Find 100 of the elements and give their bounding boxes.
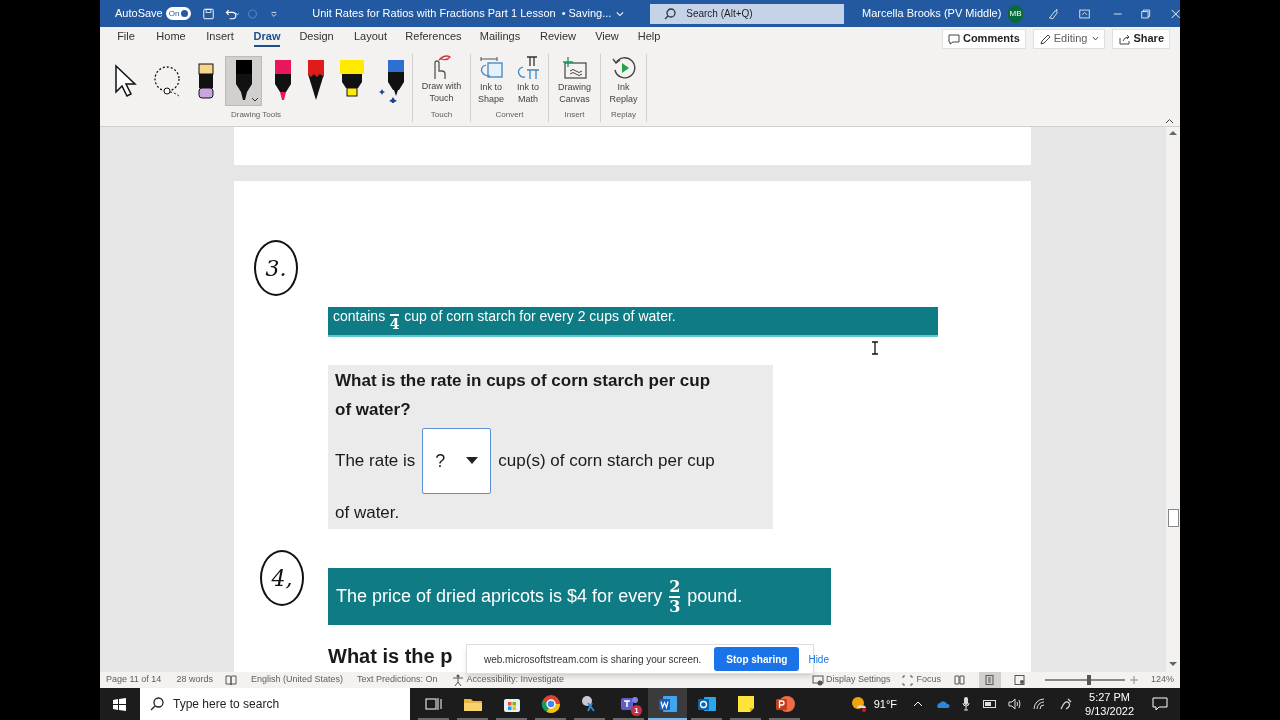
- word-taskbar-button[interactable]: [648, 688, 687, 720]
- cloud-icon[interactable]: [936, 699, 951, 709]
- clock-date[interactable]: 9/13/2022: [1085, 704, 1134, 718]
- handwritten-number: 4,: [260, 550, 304, 606]
- page-count[interactable]: Page 11 of 14: [106, 673, 162, 687]
- windows-start-icon[interactable]: [113, 697, 126, 711]
- menu-tab[interactable]: Design: [290, 27, 343, 50]
- menu-tab[interactable]: Home: [146, 27, 196, 50]
- caret-icon: [1092, 36, 1100, 41]
- pen-tray-icon[interactable]: [1059, 697, 1074, 711]
- temperature[interactable]: 91°F: [873, 695, 898, 713]
- print-view-button[interactable]: [978, 672, 1001, 688]
- stop-sharing-button[interactable]: Stop sharing: [714, 647, 800, 671]
- collapse-ribbon-icon[interactable]: [1165, 118, 1174, 124]
- math-ribbon-button[interactable]: Ink to Math: [510, 54, 546, 108]
- pen-tool[interactable]: [225, 56, 262, 106]
- drawing-canvas-icon: [561, 55, 588, 81]
- autosave-toggle[interactable]: On: [165, 7, 191, 20]
- touch-ribbon-button[interactable]: Draw with Touch: [424, 54, 459, 108]
- pen-sparkle-icon[interactable]: [1047, 6, 1059, 21]
- accessibility-icon[interactable]: [451, 674, 464, 686]
- share-icon: [1118, 32, 1131, 45]
- vertical-scrollbar[interactable]: [1166, 127, 1180, 672]
- save-status: • Saving...: [561, 6, 612, 22]
- chevron-up-icon[interactable]: [913, 701, 924, 707]
- editing-icon: [1038, 32, 1051, 45]
- search-field[interactable]: Search (Alt+Q): [650, 3, 844, 24]
- display-settings-button[interactable]: Display Settings: [825, 673, 891, 687]
- group-label: Touch: [430, 109, 453, 121]
- microphone-icon[interactable]: [962, 697, 971, 711]
- notifications-icon[interactable]: [1152, 697, 1168, 711]
- menu-tab[interactable]: Draw: [244, 27, 290, 50]
- pen-icon: [273, 59, 293, 103]
- menu-tab[interactable]: File: [106, 27, 146, 50]
- menu-tab[interactable]: Insert: [196, 27, 244, 50]
- close-icon[interactable]: [1170, 7, 1180, 20]
- banner-text: pound.: [687, 585, 743, 608]
- battery-icon[interactable]: [983, 700, 998, 708]
- read-view-icon: [954, 675, 966, 685]
- zoom-slider-thumb[interactable]: [1086, 675, 1091, 685]
- banner-text: contains: [333, 307, 386, 326]
- web-view-icon: [1014, 675, 1026, 685]
- ink-to-shape-icon: [478, 55, 504, 81]
- question-text: What is the rate in cups of corn starch per cup of water?: [335, 370, 711, 421]
- menu-tab[interactable]: Review: [531, 27, 585, 50]
- replay-ribbon-button[interactable]: Ink Replay: [606, 54, 641, 108]
- teams-taskbar-button[interactable]: 1: [609, 688, 648, 720]
- chevron-down-icon[interactable]: [616, 9, 625, 18]
- handwritten-number: 3.: [254, 240, 298, 296]
- proofing-book-icon[interactable]: [224, 674, 237, 686]
- word-count[interactable]: 28 words: [176, 673, 213, 687]
- taskbar-search-field[interactable]: Type here to search: [140, 688, 410, 720]
- browser-circle-icon: [539, 693, 562, 715]
- menu-tab[interactable]: Help: [629, 27, 669, 50]
- answer-text: of water.: [335, 502, 401, 524]
- volume-icon[interactable]: [1008, 698, 1023, 710]
- autosave-label: AutoSave: [115, 6, 163, 22]
- answer-text: cup(s) of corn starch per cup: [498, 450, 715, 473]
- answer-dropdown[interactable]: ?: [422, 428, 492, 494]
- user-avatar[interactable]: MB: [1008, 4, 1023, 23]
- ribbon-display-icon[interactable]: [1078, 7, 1090, 20]
- shape-ribbon-button[interactable]: Ink to Shape: [473, 54, 509, 108]
- editing-button[interactable]: Editing: [1032, 28, 1106, 49]
- user-name[interactable]: Marcella Brooks (PV Middle): [862, 5, 1002, 22]
- comments-button[interactable]: Comments: [941, 28, 1026, 49]
- sharing-message: web.microsoftstream.com is sharing your screen.: [484, 652, 702, 667]
- focus-icon[interactable]: [902, 674, 914, 686]
- scrollbar-thumb[interactable]: [1167, 509, 1179, 527]
- scroll-up-icon[interactable]: [1168, 129, 1178, 137]
- document-title[interactable]: Unit Rates for Ratios with Fractions Part 1 Lesson: [312, 5, 556, 22]
- banner-text: The price of dried apricots is $4 for every: [336, 585, 663, 608]
- search-icon: [150, 697, 164, 711]
- canvas-ribbon-button[interactable]: Drawing Canvas: [557, 54, 592, 108]
- fraction-numerator: 2: [669, 577, 681, 596]
- save-icon[interactable]: [202, 6, 214, 21]
- menu-tab[interactable]: View: [585, 27, 629, 50]
- answer-text: The rate is: [335, 450, 416, 473]
- menu-tab[interactable]: Layout: [343, 27, 398, 50]
- action-pen-icon: [378, 59, 406, 103]
- focus-button[interactable]: Focus: [916, 673, 941, 687]
- weather-sun-cloud-icon[interactable]: [849, 695, 868, 713]
- comments-icon: [947, 32, 960, 45]
- notification-badge: 1: [631, 705, 642, 716]
- group-label: Convert: [495, 109, 524, 121]
- menu-tab[interactable]: References: [398, 27, 469, 50]
- display-settings-icon[interactable]: [811, 674, 824, 686]
- touch-hand-icon: [432, 55, 451, 80]
- share-button[interactable]: Share: [1112, 28, 1170, 49]
- clock-time[interactable]: 5:27 PM: [1089, 690, 1130, 704]
- scroll-down-icon[interactable]: [1168, 660, 1178, 668]
- zoom-level[interactable]: 124%: [1150, 673, 1174, 687]
- text-predictions-status[interactable]: Text Predictions: On: [356, 673, 438, 687]
- search-icon: [664, 7, 677, 20]
- language-status[interactable]: English (United States): [250, 673, 343, 687]
- menu-tab[interactable]: Mailings: [469, 27, 531, 50]
- accessibility-status[interactable]: Accessibility: Investigate: [466, 673, 565, 687]
- hide-link[interactable]: Hide: [808, 651, 829, 667]
- arrow-select-icon: [114, 64, 138, 98]
- word-icon: [656, 693, 679, 715]
- restore-icon[interactable]: [1141, 7, 1151, 20]
